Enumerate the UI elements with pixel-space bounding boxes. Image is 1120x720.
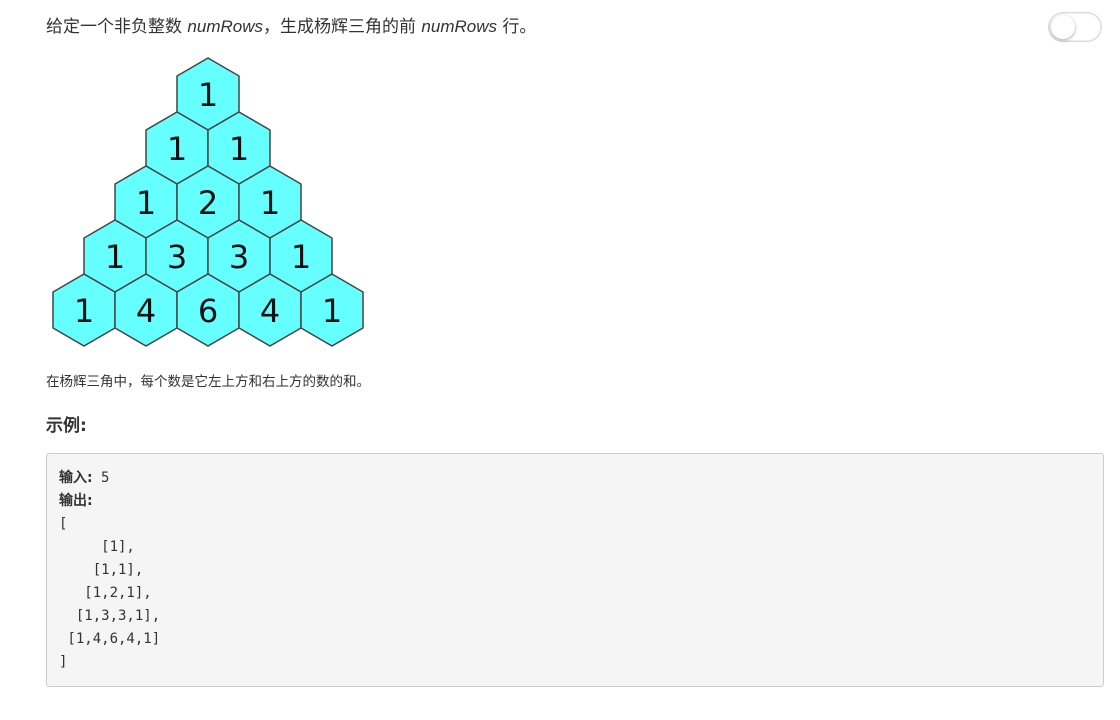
input-label: 输入: bbox=[59, 470, 93, 486]
intro-var-numrows: numRows bbox=[187, 17, 263, 36]
output-line-6: ] bbox=[59, 654, 68, 670]
hex-value: 1 bbox=[260, 184, 280, 222]
output-line-3: [1,2,1], bbox=[59, 585, 152, 601]
hex-value: 4 bbox=[136, 292, 156, 330]
toggle-knob bbox=[1051, 15, 1075, 39]
output-label: 输出: bbox=[59, 493, 93, 509]
hex-value: 3 bbox=[167, 238, 187, 276]
hex-value: 2 bbox=[198, 184, 218, 222]
output-line-0: [ bbox=[59, 516, 68, 532]
problem-intro: 给定一个非负整数 numRows，生成杨辉三角的前 numRows 行。 bbox=[46, 14, 536, 40]
hex-value: 1 bbox=[74, 292, 94, 330]
intro-var-numrows-2: numRows bbox=[421, 17, 497, 36]
intro-suffix: 行。 bbox=[497, 17, 537, 37]
hex-value: 1 bbox=[291, 238, 311, 276]
hex-value: 1 bbox=[198, 76, 218, 114]
hex-value: 4 bbox=[260, 292, 280, 330]
hex-value: 6 bbox=[198, 292, 218, 330]
pascal-triangle-image: 11 11 2 11 3 3 11 4 6 4 1 bbox=[52, 57, 364, 347]
toggle-switch[interactable] bbox=[1048, 12, 1102, 42]
intro-prefix: 给定一个非负整数 bbox=[46, 17, 188, 37]
output-line-4: [1,3,3,1], bbox=[59, 608, 161, 624]
hex-value: 1 bbox=[136, 184, 156, 222]
hex-value: 1 bbox=[105, 238, 125, 276]
output-line-1: [1], bbox=[59, 539, 135, 555]
example-title: 示例: bbox=[46, 416, 87, 436]
output-line: 输出: bbox=[59, 490, 1091, 513]
example-code-block: 输入: 5 输出: [ [1], [1,1], [1,2,1], [1,3,3,… bbox=[46, 453, 1104, 687]
hex-value: 1 bbox=[322, 292, 342, 330]
output-line-5: [1,4,6,4,1] bbox=[59, 631, 161, 647]
input-line: 输入: 5 bbox=[59, 467, 1091, 490]
hex-value: 1 bbox=[229, 130, 249, 168]
output-line-2: [1,1], bbox=[59, 562, 144, 578]
input-value: 5 bbox=[92, 470, 110, 486]
intro-middle: ，生成杨辉三角的前 bbox=[263, 17, 422, 37]
hex-value: 1 bbox=[167, 130, 187, 168]
hex-value: 3 bbox=[229, 238, 249, 276]
triangle-caption: 在杨辉三角中，每个数是它左上方和右上方的数的和。 bbox=[46, 374, 370, 390]
